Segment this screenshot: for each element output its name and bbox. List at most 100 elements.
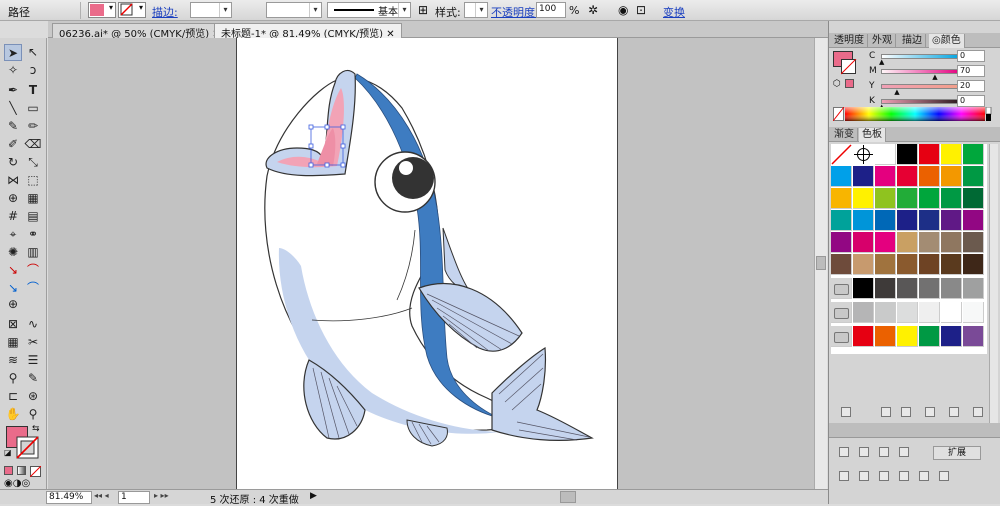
swatch[interactable]: [897, 166, 918, 187]
slider-thumb-icon[interactable]: ▲: [879, 58, 884, 66]
swatch[interactable]: [897, 232, 918, 253]
swatch[interactable]: [853, 278, 874, 299]
swatch[interactable]: [941, 278, 962, 299]
swatch[interactable]: [897, 302, 918, 323]
swatch[interactable]: [941, 254, 962, 275]
swatch[interactable]: [919, 232, 940, 253]
new-swatch-icon[interactable]: [949, 407, 959, 417]
swatch[interactable]: [897, 326, 918, 347]
swatch[interactable]: [919, 144, 940, 165]
swatch[interactable]: [963, 254, 984, 275]
swatch[interactable]: [853, 166, 874, 187]
tab-document-2[interactable]: 未标题-1* @ 81.49% (CMYK/预览) ✕: [214, 23, 402, 40]
width-tool-icon[interactable]: ⋈: [4, 172, 22, 189]
eraser-tool-icon[interactable]: ⌫: [24, 136, 42, 153]
swatch[interactable]: [897, 188, 918, 209]
stroke-style-dropdown[interactable]: 基本 ▾: [327, 2, 411, 18]
minus-back-icon[interactable]: [939, 471, 949, 481]
tab-color[interactable]: ◎颜色: [929, 34, 965, 48]
swatch[interactable]: [897, 210, 918, 231]
divide-icon[interactable]: [839, 471, 849, 481]
path-eraser-tool-icon[interactable]: ⌒: [24, 280, 42, 297]
page-input[interactable]: 1: [118, 491, 150, 504]
tab-gradient[interactable]: 渐变: [831, 128, 858, 142]
swatch[interactable]: [919, 302, 940, 323]
zoom-tool-icon[interactable]: ⚲: [24, 406, 42, 423]
stroke-color-swatch[interactable]: ▾: [118, 2, 146, 18]
style-dropdown[interactable]: ▾: [464, 2, 488, 18]
vertical-scrollbar[interactable]: [814, 38, 827, 489]
rectangle-tool-icon[interactable]: ▭: [24, 100, 42, 117]
swatch[interactable]: [941, 302, 962, 323]
swatch-group-folder-icon[interactable]: [831, 326, 852, 347]
show-kinds-icon[interactable]: [881, 407, 891, 417]
swatch-group-folder-icon[interactable]: [831, 302, 852, 323]
tab-document-1[interactable]: 06236.ai* @ 50% (CMYK/预览) ✕: [52, 23, 228, 40]
swatch[interactable]: [919, 210, 940, 231]
swatch[interactable]: [853, 326, 874, 347]
color-spectrum[interactable]: [833, 107, 997, 121]
swap-colors-icon[interactable]: ⇆: [32, 424, 40, 434]
curve-tool-icon[interactable]: ↘: [4, 262, 22, 279]
nav-arrows-forward-icon[interactable]: ▸ ▸▸: [154, 491, 169, 500]
artboard[interactable]: [236, 38, 618, 489]
tab-transparency[interactable]: 透明度: [831, 34, 868, 48]
channel-slider[interactable]: [881, 69, 961, 74]
channel-value[interactable]: 20: [957, 80, 985, 92]
swatch[interactable]: [963, 302, 984, 323]
blob-brush-tool-icon[interactable]: ✐: [4, 136, 22, 153]
symbol-sprayer-tool-icon[interactable]: ✺: [4, 244, 22, 261]
channel-value[interactable]: 0: [957, 95, 985, 107]
swatch[interactable]: [963, 144, 984, 165]
swatch[interactable]: [941, 326, 962, 347]
swatch[interactable]: [919, 326, 940, 347]
swatch[interactable]: [875, 254, 896, 275]
expand-button[interactable]: 扩展: [933, 446, 981, 460]
free-transform-tool-icon[interactable]: ⬚: [24, 172, 42, 189]
pencil-tool-icon[interactable]: ✏: [24, 118, 42, 135]
swatch[interactable]: [919, 166, 940, 187]
column-graph-tool-icon[interactable]: ▥: [24, 244, 42, 261]
swatch[interactable]: [941, 166, 962, 187]
swatch[interactable]: [963, 210, 984, 231]
channel-value[interactable]: 0: [957, 50, 985, 62]
anchor-tool-icon[interactable]: ⊛: [24, 388, 42, 405]
swatch[interactable]: [941, 232, 962, 253]
delete-swatch-icon[interactable]: [973, 407, 983, 417]
graphic-style-icon[interactable]: ⊞: [418, 3, 428, 17]
merge-icon[interactable]: [879, 471, 889, 481]
swatch[interactable]: [963, 326, 984, 347]
hand-tool-icon[interactable]: ✋: [4, 406, 22, 423]
default-colors-icon[interactable]: ◪: [4, 448, 12, 457]
brush-tool-icon[interactable]: ✎: [24, 370, 42, 387]
stroke-swatch[interactable]: [16, 436, 40, 460]
swatch[interactable]: [919, 278, 940, 299]
outline-icon[interactable]: [919, 471, 929, 481]
swatch[interactable]: [919, 254, 940, 275]
slider-thumb-icon[interactable]: ▲: [932, 73, 937, 81]
swatch[interactable]: [853, 302, 874, 323]
swatch[interactable]: [831, 254, 852, 275]
swatch-scrollbar[interactable]: [989, 144, 998, 424]
exclude-icon[interactable]: [899, 447, 909, 457]
crosshair-tool-icon[interactable]: ⊕: [4, 296, 22, 313]
color-mode-icon[interactable]: [4, 466, 13, 475]
swatch-registration[interactable]: [853, 144, 874, 165]
tab-appearance[interactable]: 外观: [869, 34, 896, 48]
stroke-weight-dropdown[interactable]: ▾: [190, 2, 232, 18]
cube-icon[interactable]: ⬡: [833, 79, 841, 89]
swatch-library-icon[interactable]: [841, 407, 851, 417]
swatch[interactable]: [875, 166, 896, 187]
color-panel-stroke[interactable]: [841, 59, 857, 75]
slice-tool-icon[interactable]: ✂: [24, 334, 42, 351]
new-color-group-icon[interactable]: [925, 407, 935, 417]
swatch[interactable]: [875, 188, 896, 209]
gradient-mode-icon[interactable]: [17, 466, 26, 475]
channel-value[interactable]: 70: [957, 65, 985, 77]
recolor-icon[interactable]: ✲: [588, 3, 598, 17]
arc-tool-icon[interactable]: ⌒: [24, 262, 42, 279]
swatch[interactable]: [831, 188, 852, 209]
lasso-tool-icon[interactable]: ↄ: [24, 62, 42, 79]
magic-wand-tool-icon[interactable]: ✧: [4, 62, 22, 79]
swatch[interactable]: [897, 254, 918, 275]
